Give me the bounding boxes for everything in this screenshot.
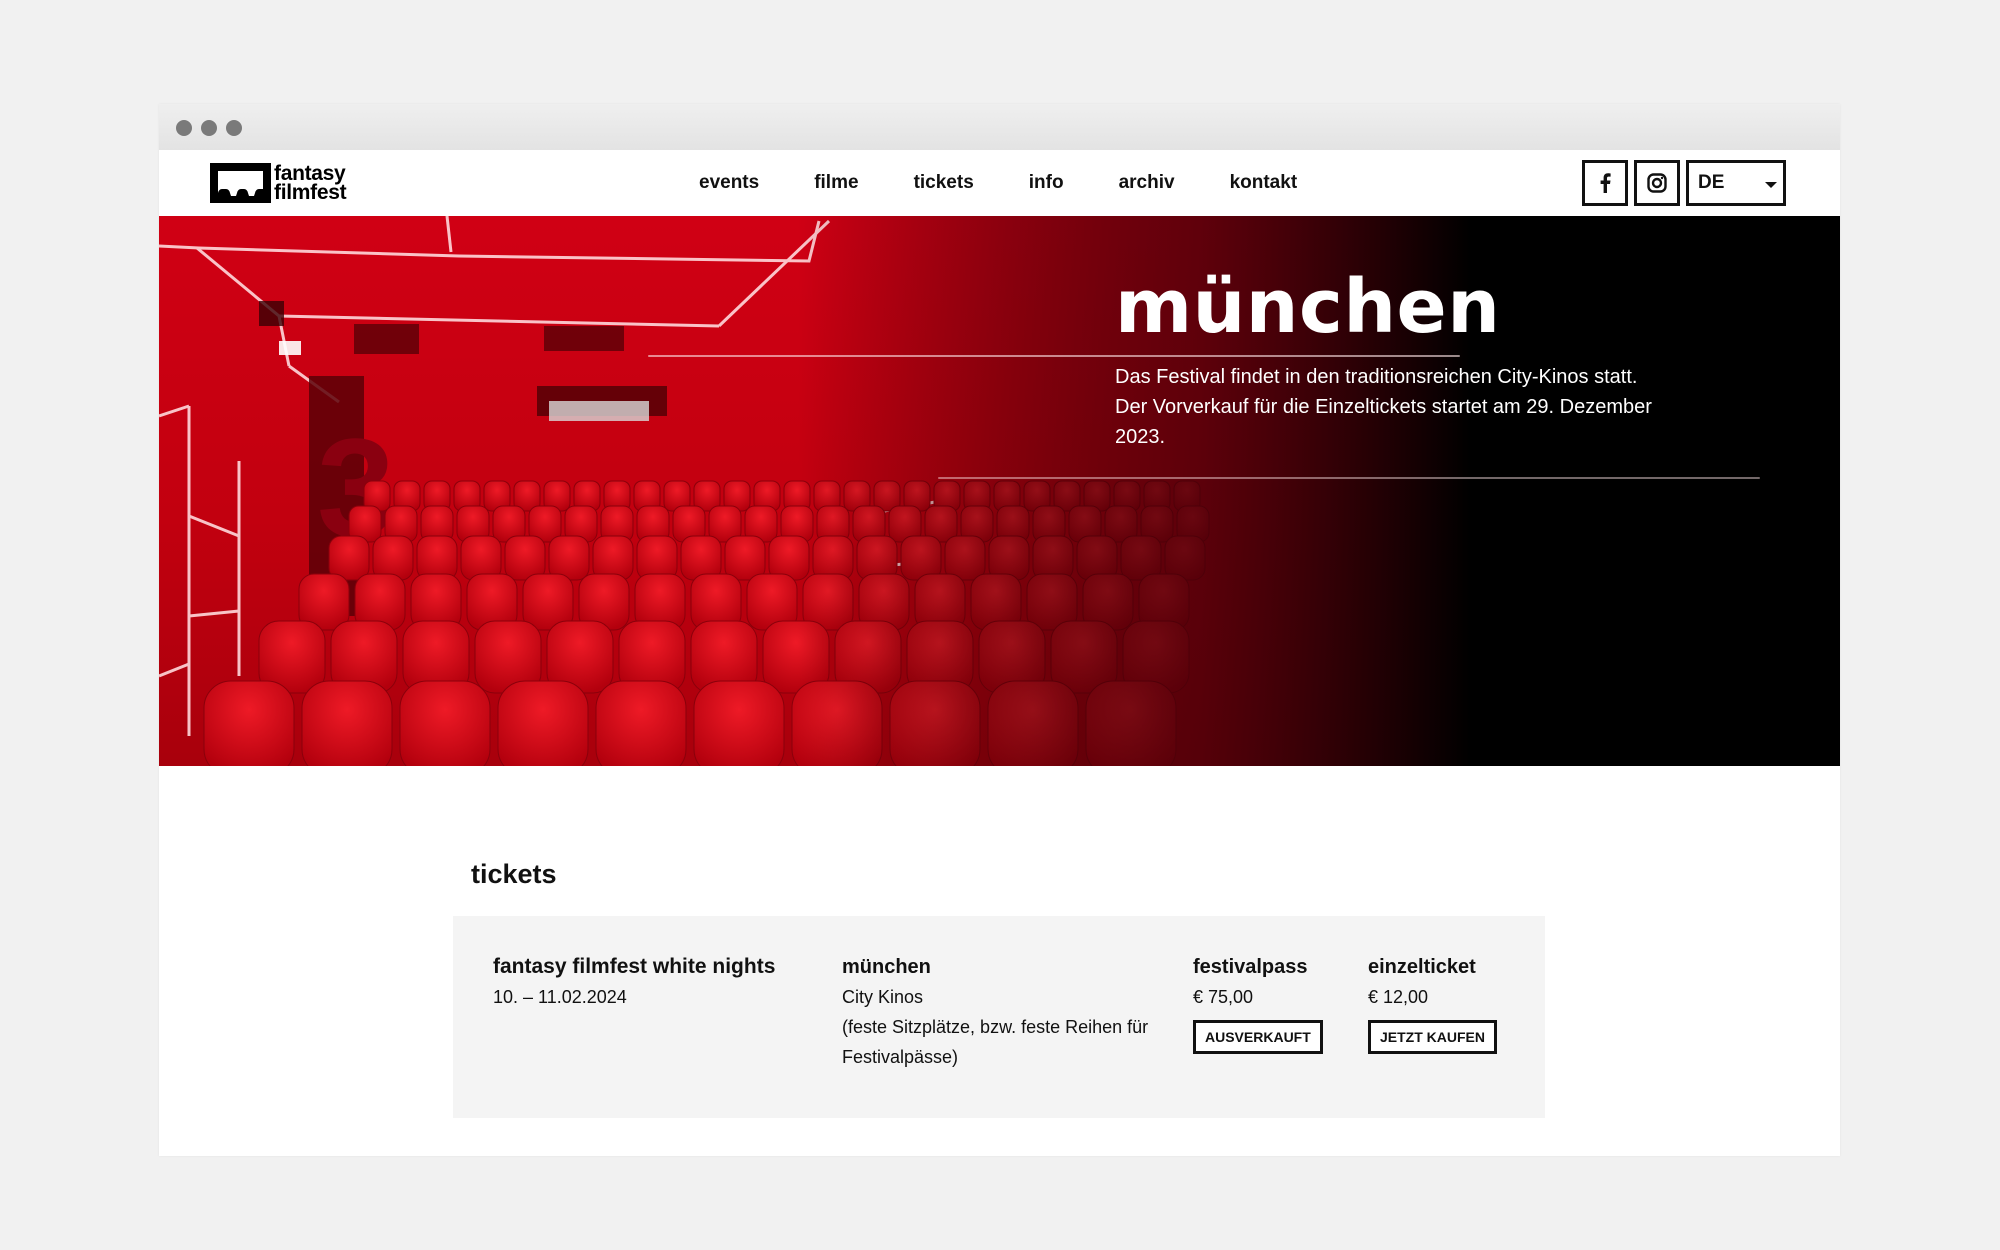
header-actions: DE <box>1582 160 1786 206</box>
chevron-down-icon <box>1765 182 1777 188</box>
window-close-button[interactable] <box>176 120 192 136</box>
facebook-icon <box>1600 173 1611 193</box>
venue-city: münchen <box>842 956 931 978</box>
buy-now-button[interactable]: JETZT KAUFEN <box>1368 1020 1497 1054</box>
nav-kontakt[interactable]: kontakt <box>1230 172 1298 194</box>
event-column: fantasy filmfest white nights 10. – 11.0… <box>493 952 775 1012</box>
sold-out-button[interactable]: AUSVERKAUFT <box>1193 1020 1323 1054</box>
nav-tickets[interactable]: tickets <box>914 172 974 194</box>
hero-description: Das Festival findet in den traditionsrei… <box>1115 362 1675 452</box>
hero-text-line: Das Festival findet in den traditionsrei… <box>1115 366 1638 388</box>
nav-archiv[interactable]: archiv <box>1119 172 1175 194</box>
venue-note: (feste Sitzplätze, bzw. feste Reihen für… <box>842 1017 1149 1067</box>
nav-events[interactable]: events <box>699 172 759 194</box>
window-minimize-button[interactable] <box>201 120 217 136</box>
tickets-section: tickets fantasy filmfest white nights 10… <box>159 766 1840 1156</box>
browser-window: fantasy filmfest events filme tickets in… <box>159 104 1840 1156</box>
hero-title: münchen <box>1115 264 1501 350</box>
hero-banner: 3 münchen Das Festival findet in den tra… <box>159 216 1840 766</box>
logo-line-2: filmfest <box>274 181 347 204</box>
instagram-icon <box>1647 173 1667 193</box>
venue-cinema: City Kinos <box>842 987 924 1007</box>
nav-filme[interactable]: filme <box>814 172 858 194</box>
offer-price: € 12,00 <box>1368 987 1429 1007</box>
language-select[interactable]: DE <box>1686 160 1786 206</box>
venue-column: münchen City Kinos (feste Sitzplätze, bz… <box>842 952 1162 1072</box>
logo-mark-icon <box>210 163 271 203</box>
window-maximize-button[interactable] <box>226 120 242 136</box>
site-header: fantasy filmfest events filme tickets in… <box>159 150 1840 216</box>
offer-type: festivalpass <box>1193 956 1308 978</box>
main-nav: events filme tickets info archiv kontakt <box>699 150 1352 216</box>
browser-titlebar <box>159 104 1840 150</box>
offer-type: einzelticket <box>1368 956 1476 978</box>
nav-info[interactable]: info <box>1029 172 1064 194</box>
cinema-hall-image: 3 <box>159 216 1840 766</box>
offer-price: € 75,00 <box>1193 987 1254 1007</box>
festivalpass-column: festivalpass € 75,00 AUSVERKAUFT <box>1193 952 1323 1054</box>
event-name: fantasy filmfest white nights <box>493 955 776 978</box>
language-selected: DE <box>1698 172 1725 193</box>
ticket-card: fantasy filmfest white nights 10. – 11.0… <box>453 916 1545 1118</box>
site-logo[interactable]: fantasy filmfest <box>210 163 347 204</box>
einzelticket-column: einzelticket € 12,00 JETZT KAUFEN <box>1368 952 1497 1054</box>
section-title: tickets <box>471 859 557 889</box>
facebook-button[interactable] <box>1582 160 1628 206</box>
event-dates: 10. – 11.02.2024 <box>493 987 627 1007</box>
hero-text-line: Der Vorverkauf für die Einzeltickets sta… <box>1115 396 1652 448</box>
instagram-button[interactable] <box>1634 160 1680 206</box>
logo-text: fantasy filmfest <box>274 163 347 204</box>
